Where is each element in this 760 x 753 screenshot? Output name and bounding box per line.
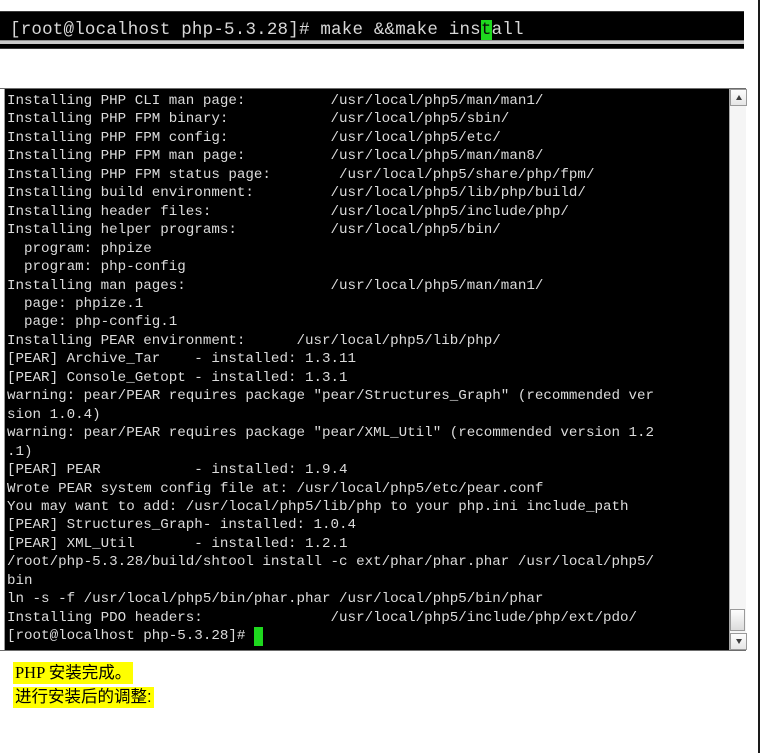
note-line-2: 进行安装后的调整: [13,687,413,708]
terminal-line: sion 1.0.4) [7,406,101,423]
terminal-line: [PEAR] XML_Util - installed: 1.2.1 [7,535,348,552]
chevron-down-icon [735,639,742,644]
command-bar-text: [root@localhost php-5.3.28]# make &&make… [0,20,524,40]
terminal-scrollbar[interactable] [729,89,747,650]
note-line-1: PHP 安装完成。 [13,662,413,684]
command-prompt-text: [root@localhost php-5.3.28]# make &&make… [10,20,481,40]
note-line-2-text: 进行安装后的调整: [13,687,154,708]
scrollbar-thumb[interactable] [730,609,745,631]
terminal-line: Installing PDO headers: /usr/local/php5/… [7,609,638,626]
terminal-line: page: php-config.1 [7,314,178,331]
terminal-prompt-line: [root@localhost php-5.3.28]# [7,627,729,646]
terminal-line: Installing helper programs: /usr/local/p… [7,222,501,239]
command-bar-divider [0,40,744,44]
terminal-line: [PEAR] Archive_Tar - installed: 1.3.11 [7,351,357,368]
terminal-panel: Installing PHP CLI man page: /usr/local/… [0,88,747,651]
terminal-line: Installing man pages: /usr/local/php5/ma… [7,277,544,294]
terminal-line: [PEAR] Console_Getopt - installed: 1.3.1 [7,369,348,386]
terminal-line: ln -s -f /usr/local/php5/bin/phar.phar /… [7,591,544,608]
terminal-line: Installing build environment: /usr/local… [7,185,586,202]
terminal-line: bin [7,572,33,589]
terminal-line: Installing PHP FPM man page: /usr/local/… [7,148,544,165]
terminal-line: Installing header files: /usr/local/php5… [7,203,569,220]
terminal-line: Installing PHP CLI man page: /usr/local/… [7,93,544,109]
terminal-line: /root/php-5.3.28/build/shtool install -c… [7,554,655,571]
terminal-line: Installing PHP FPM binary: /usr/local/ph… [7,111,510,128]
terminal-line: page: phpize.1 [7,295,144,312]
terminal-line: You may want to add: /usr/local/php5/lib… [7,498,629,515]
terminal-line: Wrote PEAR system config file at: /usr/l… [7,480,544,497]
terminal-prompt-text: [root@localhost php-5.3.28]# [7,628,254,645]
scroll-up-arrow-icon[interactable] [730,89,747,106]
terminal-line: program: phpize [7,240,152,257]
terminal-line: warning: pear/PEAR requires package "pea… [7,388,655,405]
chevron-up-icon [735,95,742,100]
terminal-output[interactable]: Installing PHP CLI man page: /usr/local/… [5,89,729,650]
terminal-line: .1) [7,443,33,460]
terminal-line: Installing PEAR environment: /usr/local/… [7,332,501,349]
terminal-line: program: php-config [7,259,186,276]
terminal-line: [PEAR] Structures_Graph- installed: 1.0.… [7,517,357,534]
terminal-line: warning: pear/PEAR requires package "pea… [7,425,655,442]
scroll-down-arrow-icon[interactable] [730,633,747,650]
command-bar-cursor: t [480,20,492,40]
terminal-line: [PEAR] PEAR - installed: 1.9.4 [7,462,348,479]
annotation-notes: PHP 安装完成。 进行安装后的调整: [13,662,413,712]
note-line-1-text: PHP 安装完成。 [13,662,134,684]
terminal-cursor [253,627,263,646]
scrollbar-track[interactable] [730,106,746,633]
terminal-line: Installing PHP FPM status page: /usr/loc… [7,166,595,183]
terminal-line: Installing PHP FPM config: /usr/local/ph… [7,129,501,146]
command-after-cursor-text: all [491,20,524,40]
